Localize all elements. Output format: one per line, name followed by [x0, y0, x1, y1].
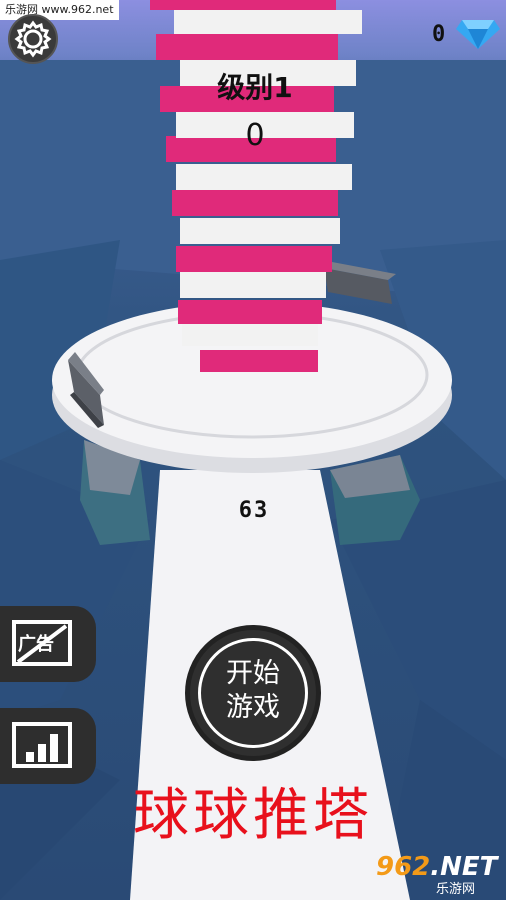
- distance-counter: 63: [238, 498, 270, 523]
- logo-subtitle: 乐游网: [436, 882, 476, 897]
- site-logo: 962.NET 乐游网: [370, 852, 500, 897]
- no-ads-label: 广告: [18, 634, 54, 655]
- game-title: 球球推塔: [133, 783, 373, 848]
- start-label-line1: 开始: [226, 658, 280, 689]
- start-label-line2: 游戏: [226, 692, 280, 723]
- gear-icon: [14, 20, 52, 58]
- start-game-button[interactable]: 开始 游戏: [185, 625, 321, 761]
- gem-count: 0: [432, 22, 446, 47]
- settings-button[interactable]: [8, 14, 58, 64]
- no-ads-button[interactable]: 广告: [0, 606, 96, 682]
- diamond-icon: [456, 20, 500, 49]
- level-label: 级别1: [217, 71, 293, 104]
- logo-number: 962: [376, 852, 431, 882]
- bar-chart-icon: [12, 722, 72, 768]
- score-value: 0: [245, 118, 265, 153]
